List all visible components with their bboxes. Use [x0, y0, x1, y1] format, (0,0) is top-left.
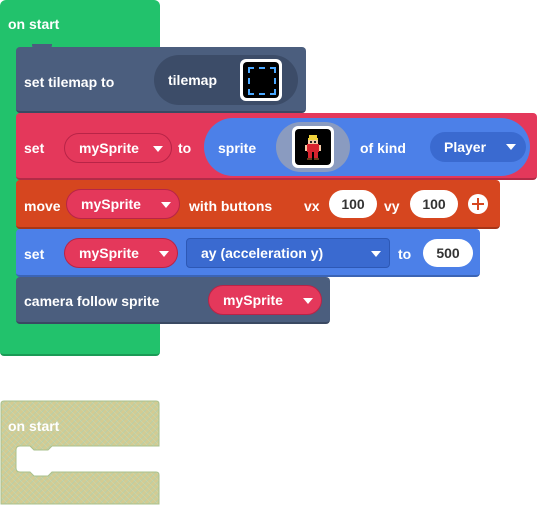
vy-input[interactable]: 100 — [410, 190, 458, 218]
move-with-buttons-block[interactable]: move mySprite with buttons vx 100 vy 100 — [16, 180, 500, 229]
variable-name: mySprite — [79, 140, 139, 156]
acceleration-value: 500 — [436, 245, 460, 261]
variable-name: mySprite — [79, 245, 139, 261]
sprite-image-field[interactable] — [276, 122, 350, 172]
tilemap-preview-icon[interactable] — [240, 59, 282, 101]
camera-follow-label: camera follow sprite — [24, 293, 160, 309]
on-start-label: on start — [8, 16, 60, 32]
variable-dropdown[interactable]: mySprite — [64, 133, 172, 163]
tilemap-reporter[interactable]: tilemap — [154, 55, 298, 105]
chevron-down-icon — [506, 144, 516, 150]
property-dropdown[interactable]: ay (acceleration y) — [186, 238, 390, 268]
chevron-down-icon — [161, 202, 171, 208]
chevron-down-icon — [371, 251, 381, 257]
vx-label: vx — [304, 198, 320, 214]
of-kind-label: of kind — [360, 140, 406, 156]
vy-value: 100 — [422, 196, 446, 212]
variable-name: mySprite — [81, 196, 141, 212]
chevron-down-icon — [159, 251, 169, 257]
camera-follow-block[interactable]: camera follow sprite mySprite — [16, 277, 330, 324]
move-label: move — [24, 198, 61, 214]
variable-dropdown[interactable]: mySprite — [64, 238, 178, 268]
vx-value: 100 — [341, 196, 365, 212]
with-buttons-label: with buttons — [189, 198, 273, 214]
variable-name: mySprite — [223, 292, 283, 308]
vx-input[interactable]: 100 — [329, 190, 377, 218]
to-label: to — [398, 246, 412, 262]
disabled-on-start-label: on start — [8, 418, 60, 434]
set-acceleration-block[interactable]: set mySprite ay (acceleration y) to 500 — [16, 229, 480, 277]
set-tilemap-block[interactable]: set tilemap to tilemap — [16, 47, 306, 113]
set-label: set — [24, 140, 45, 156]
variable-dropdown[interactable]: mySprite — [66, 189, 180, 219]
disabled-on-start-hat[interactable]: on start — [0, 400, 160, 505]
set-sprite-block[interactable]: set mySprite to sprite of kind Player — [16, 113, 537, 180]
chevron-down-icon — [303, 298, 313, 304]
kind-dropdown[interactable]: Player — [430, 132, 526, 162]
tilemap-label: tilemap — [168, 72, 218, 88]
plus-circle-icon[interactable] — [468, 194, 488, 214]
kind-value: Player — [444, 139, 487, 155]
acceleration-input[interactable]: 500 — [423, 239, 473, 267]
variable-dropdown[interactable]: mySprite — [208, 285, 322, 315]
set-label: set — [24, 246, 45, 262]
set-tilemap-label: set tilemap to — [24, 74, 115, 90]
sprite-reporter[interactable]: sprite of kind Player — [204, 118, 530, 176]
character-sprite-icon — [292, 126, 334, 168]
chevron-down-icon — [153, 146, 163, 152]
to-label: to — [178, 140, 192, 156]
vy-label: vy — [384, 198, 400, 214]
sprite-label: sprite — [218, 140, 257, 156]
property-value: ay (acceleration y) — [201, 245, 324, 261]
